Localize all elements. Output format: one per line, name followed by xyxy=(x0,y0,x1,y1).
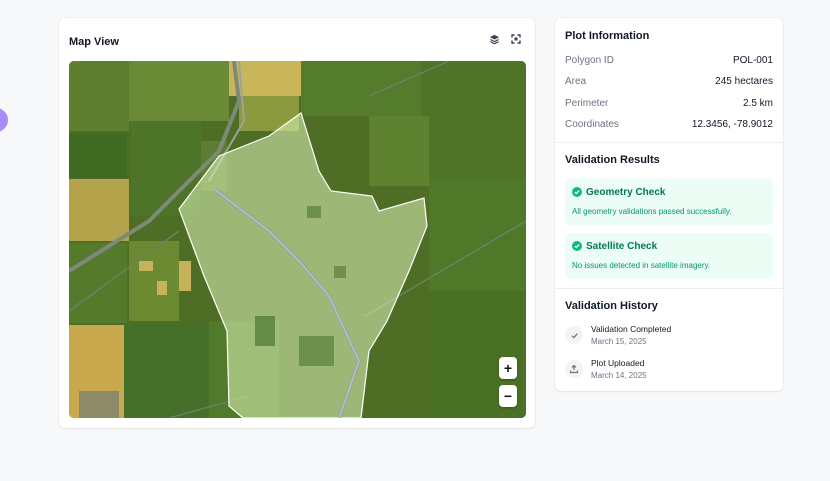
satellite-map[interactable]: + − xyxy=(69,61,526,418)
info-row-coordinates: Coordinates 12.3456, -78.9012 xyxy=(565,119,773,133)
geometry-check-card: Geometry Check All geometry validations … xyxy=(565,179,773,225)
info-value: 2.5 km xyxy=(742,98,773,109)
history-date: March 15, 2025 xyxy=(591,337,647,346)
plot-information-section: Plot Information Polygon ID POL-001 Area… xyxy=(565,30,773,142)
satellite-imagery xyxy=(69,61,526,418)
check-circle-icon xyxy=(572,241,582,251)
info-label: Coordinates xyxy=(565,119,619,130)
map-card: Map View + − xyxy=(59,18,535,428)
history-title: Validation Completed xyxy=(591,324,672,334)
info-row-polygon-id: Polygon ID POL-001 xyxy=(565,55,773,69)
side-indicator xyxy=(0,108,8,132)
zoom-out-button[interactable]: − xyxy=(499,385,517,407)
upload-icon xyxy=(565,360,583,378)
history-date: March 14, 2025 xyxy=(591,371,647,380)
info-label: Polygon ID xyxy=(565,55,614,66)
info-value: 12.3456, -78.9012 xyxy=(691,119,773,130)
check-description: No issues detected in satellite imagery. xyxy=(572,261,711,270)
validation-history-section: Validation History xyxy=(565,300,773,312)
info-value: 245 hectares xyxy=(715,76,773,87)
map-header: Map View xyxy=(69,32,525,48)
check-title: Satellite Check xyxy=(586,241,658,252)
info-value: POL-001 xyxy=(732,55,773,66)
layers-icon[interactable] xyxy=(487,32,501,46)
history-item: Validation Completed March 15, 2025 xyxy=(565,324,773,352)
map-title: Map View xyxy=(69,36,119,48)
zoom-in-button[interactable]: + xyxy=(499,357,517,379)
history-title: Plot Uploaded xyxy=(591,358,645,368)
check-icon xyxy=(565,326,583,344)
map-toolbar xyxy=(487,32,523,46)
divider xyxy=(555,288,783,289)
info-row-area: Area 245 hectares xyxy=(565,76,773,90)
fullscreen-icon[interactable] xyxy=(509,32,523,46)
validation-results-title: Validation Results xyxy=(565,154,660,166)
plot-information-title: Plot Information xyxy=(565,30,650,42)
info-row-perimeter: Perimeter 2.5 km xyxy=(565,98,773,112)
info-label: Perimeter xyxy=(565,98,609,109)
divider xyxy=(555,142,783,143)
check-title: Geometry Check xyxy=(586,187,666,198)
validation-results-section: Validation Results xyxy=(565,154,773,166)
satellite-check-card: Satellite Check No issues detected in sa… xyxy=(565,233,773,279)
check-description: All geometry validations passed successf… xyxy=(572,207,732,216)
history-item: Plot Uploaded March 14, 2025 xyxy=(565,358,773,386)
details-panel: Plot Information Polygon ID POL-001 Area… xyxy=(555,18,783,391)
info-label: Area xyxy=(565,76,587,87)
check-circle-icon xyxy=(572,187,582,197)
validation-history-title: Validation History xyxy=(565,300,658,312)
